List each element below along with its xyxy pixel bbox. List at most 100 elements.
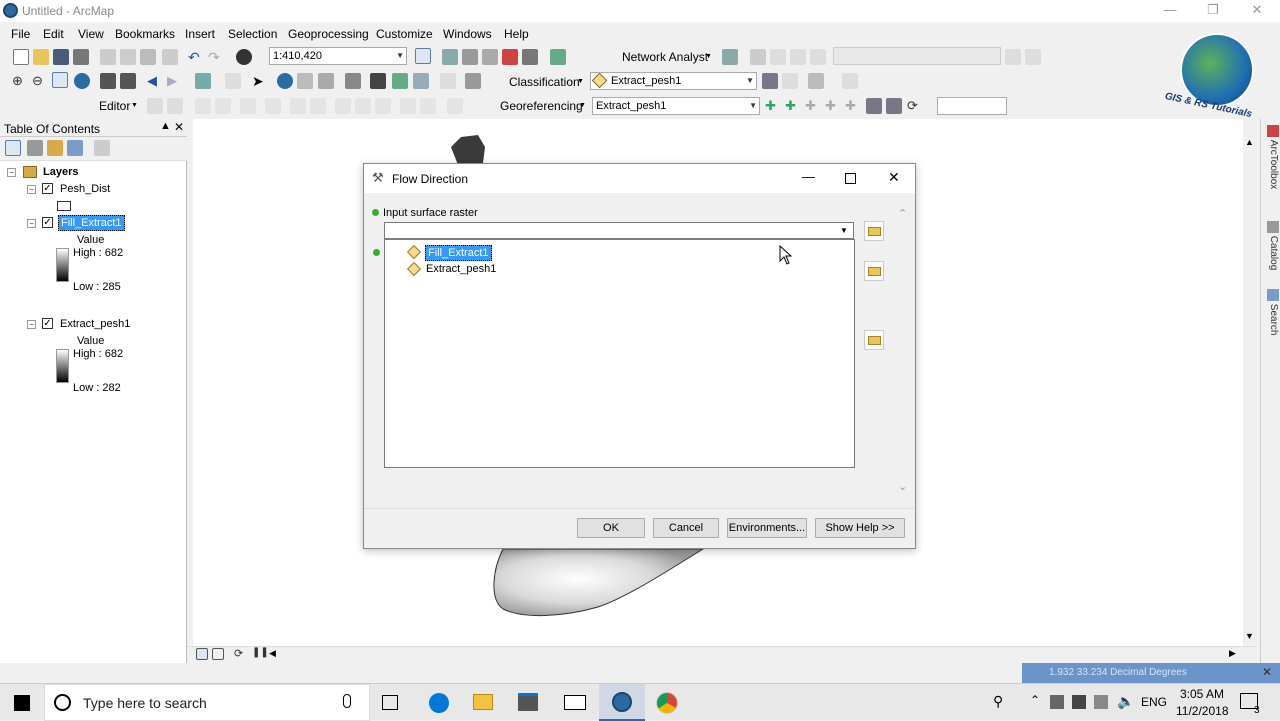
volume-icon[interactable]: 🔈 — [1117, 693, 1134, 710]
new-icon[interactable] — [13, 49, 29, 65]
network-solve-icon[interactable] — [750, 49, 766, 65]
collapse-extract-pesh-icon[interactable]: − — [27, 320, 36, 329]
rotation-input[interactable] — [937, 97, 1007, 115]
hyperlink-icon[interactable] — [318, 73, 334, 89]
scale-select[interactable]: 1:410,420 ▼ — [269, 47, 407, 65]
layers-root[interactable]: Layers — [43, 166, 78, 178]
viewer-icon[interactable] — [465, 73, 481, 89]
classify-icon[interactable] — [842, 73, 858, 89]
select-elements-icon[interactable]: ➤ — [252, 73, 268, 89]
vertical-scrollbar[interactable]: ▲ ▼ — [1243, 137, 1257, 646]
network-analyst-menu[interactable]: Network Analyst — [622, 50, 708, 64]
reclass-icon[interactable] — [782, 73, 798, 89]
mail-icon[interactable] — [564, 695, 586, 710]
refresh-icon[interactable]: ⟳ — [234, 647, 250, 663]
cancel-button[interactable]: Cancel — [653, 518, 719, 538]
pesh-dist-checkbox[interactable]: ✓ — [42, 183, 53, 194]
list-item[interactable]: Fill_Extract1 — [400, 244, 520, 261]
chevron-up-icon[interactable]: ⌃ — [1030, 693, 1040, 707]
open-icon[interactable] — [33, 49, 49, 65]
browse-folder-icon[interactable] — [864, 261, 884, 281]
rotate-georef-icon[interactable]: ✚ — [765, 98, 781, 114]
file-explorer-icon[interactable] — [473, 694, 493, 710]
layer-pesh-dist[interactable]: Pesh_Dist — [60, 183, 110, 195]
network-icon[interactable] — [1072, 695, 1086, 709]
straight-segment-icon[interactable] — [195, 98, 211, 114]
pin-icon[interactable]: ▲ — [160, 120, 171, 132]
extract-pesh-checkbox[interactable]: ✓ — [42, 318, 53, 329]
network-tool-icon[interactable] — [790, 49, 806, 65]
menu-help[interactable]: Help — [504, 27, 529, 41]
split-icon[interactable] — [355, 98, 371, 114]
toc-icon[interactable] — [442, 49, 458, 65]
network-tool-icon[interactable] — [1005, 49, 1021, 65]
menu-view[interactable]: View — [78, 27, 104, 41]
layer-fill-extract1[interactable]: Fill_Extract1 — [58, 215, 125, 231]
identify-icon[interactable] — [277, 73, 293, 89]
collapse-pesh-dist-icon[interactable]: − — [27, 185, 36, 194]
collapse-layers-icon[interactable]: − — [7, 168, 16, 177]
arctoolbox-icon[interactable] — [502, 49, 518, 65]
georeferencing-menu[interactable]: Georeferencing — [500, 99, 583, 113]
attributes-icon[interactable] — [400, 98, 416, 114]
minimize-icon[interactable]: — — [802, 169, 815, 184]
browse-folder-icon[interactable] — [864, 330, 884, 350]
delete-icon[interactable] — [162, 49, 178, 65]
microphone-icon[interactable] — [343, 694, 351, 708]
add-data-icon[interactable] — [236, 49, 252, 65]
print-icon[interactable] — [73, 49, 89, 65]
network-tool-icon[interactable] — [810, 49, 826, 65]
edit-annotation-icon[interactable] — [167, 98, 183, 114]
undo-icon[interactable]: ↶ — [188, 49, 204, 65]
point-icon[interactable] — [265, 98, 281, 114]
classification-layer-select[interactable]: Extract_pesh1 ▼ — [590, 72, 757, 90]
menu-geoprocessing[interactable]: Geoprocessing — [288, 27, 369, 41]
language-indicator[interactable]: ENG — [1141, 695, 1167, 709]
xy-icon[interactable] — [413, 73, 429, 89]
list-by-selection-icon[interactable] — [67, 140, 83, 156]
route-icon[interactable] — [392, 73, 408, 89]
minimize-icon[interactable]: — — [1155, 2, 1185, 20]
tray-app-icon[interactable] — [1094, 695, 1108, 709]
chevron-down-icon[interactable]: ▼ — [840, 226, 848, 235]
horizontal-scrollbar[interactable]: ⟳ ❚❚ ◀ ▶ — [187, 646, 1257, 662]
environments-button[interactable]: Environments... — [727, 518, 807, 538]
reshape-icon[interactable] — [310, 98, 326, 114]
task-view-icon[interactable] — [382, 695, 398, 710]
search-box[interactable]: Type here to search — [44, 684, 370, 721]
list-by-source-icon[interactable] — [27, 140, 43, 156]
scroll-up-icon[interactable]: ⌃ — [898, 207, 907, 220]
fixed-zoom-out-icon[interactable] — [120, 73, 136, 89]
scroll-right-icon[interactable]: ▶ — [1229, 648, 1236, 659]
menu-selection[interactable]: Selection — [228, 27, 277, 41]
save-icon[interactable] — [53, 49, 69, 65]
ok-button[interactable]: OK — [577, 518, 645, 538]
scroll-down-icon[interactable]: ▼ — [1245, 631, 1254, 641]
zoom-out-icon[interactable]: ⊖ — [32, 73, 48, 89]
cut-icon[interactable] — [100, 49, 116, 65]
forward-icon[interactable]: ▶ — [167, 73, 183, 89]
edge-icon[interactable] — [429, 693, 449, 713]
browse-folder-icon[interactable] — [864, 221, 884, 241]
viewer-georef-icon[interactable] — [886, 98, 902, 114]
tab-catalog[interactable]: Catalog — [1263, 221, 1279, 270]
show-help-button[interactable]: Show Help >> — [815, 518, 905, 538]
tab-search[interactable]: Search — [1263, 289, 1279, 335]
scroll-up-icon[interactable]: ▲ — [1245, 137, 1254, 147]
time-slider-icon[interactable] — [440, 73, 456, 89]
close-icon[interactable]: ✕ — [1242, 2, 1272, 20]
create-features-icon[interactable] — [447, 98, 463, 114]
scroll-down-icon[interactable]: ⌄ — [898, 480, 907, 493]
menu-insert[interactable]: Insert — [185, 27, 215, 41]
find-icon[interactable] — [370, 73, 386, 89]
edit-vertices-icon[interactable] — [290, 98, 306, 114]
windows-start-icon[interactable] — [14, 695, 30, 711]
collapse-fill-extract-icon[interactable]: − — [27, 219, 36, 228]
input-surface-raster-select[interactable]: ▼ — [384, 222, 854, 239]
menu-edit[interactable]: Edit — [43, 27, 64, 41]
clear-selection-icon[interactable] — [225, 73, 241, 89]
zoom-in-icon[interactable]: ⊕ — [12, 73, 28, 89]
classification-menu[interactable]: Classification — [509, 75, 580, 89]
arcmap-taskbar-icon[interactable] — [599, 684, 645, 721]
close-icon[interactable]: ✕ — [888, 169, 900, 186]
